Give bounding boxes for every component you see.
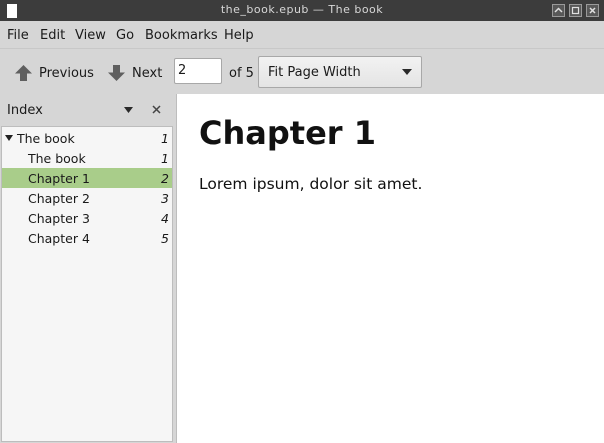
up-arrow-icon	[15, 65, 32, 81]
tree-item-page: 1	[161, 151, 169, 166]
menu-help[interactable]: Help	[224, 28, 254, 43]
tree-item-label: Chapter 4	[28, 231, 90, 246]
previous-button[interactable]: Previous	[14, 63, 94, 83]
tree-item-label: Chapter 1	[28, 171, 90, 186]
index-tree: The book 1 The book 1 Chapter 1 2 Chapte…	[1, 126, 173, 442]
next-button[interactable]: Next	[107, 63, 162, 83]
next-label: Next	[132, 65, 163, 81]
dropdown-arrow-icon	[402, 69, 412, 75]
tree-item[interactable]: Chapter 4 5	[2, 228, 172, 248]
minimize-icon[interactable]	[552, 4, 565, 17]
down-arrow-icon	[108, 65, 125, 81]
menu-bookmarks[interactable]: Bookmarks	[145, 28, 218, 43]
tree-item[interactable]: Chapter 2 3	[2, 188, 172, 208]
page-count-label: of 5	[229, 66, 254, 81]
tree-item-page: 5	[161, 231, 169, 246]
menu-view[interactable]: View	[75, 28, 106, 43]
sidebar-menu-dropdown-icon[interactable]	[124, 107, 133, 113]
zoom-selected-value: Fit Page Width	[268, 65, 361, 80]
chapter-body-text: Lorem ipsum, dolor sit amet.	[199, 175, 423, 193]
window-title: the_book.epub — The book	[220, 3, 384, 16]
sidebar-title: Index	[7, 103, 43, 118]
tree-item-page: 2	[161, 171, 169, 186]
title-bar: the_book.epub — The book	[0, 0, 604, 21]
close-icon[interactable]	[151, 104, 162, 115]
tree-item[interactable]: The book 1	[2, 148, 172, 168]
tree-item-label: Chapter 3	[28, 211, 90, 226]
tree-item-page: 3	[161, 191, 169, 206]
tree-item[interactable]: Chapter 3 4	[2, 208, 172, 228]
page-number-input[interactable]: 2	[174, 58, 222, 84]
sidebar: Index The book 1 The book 1 Chapter 1 2 …	[0, 94, 174, 443]
tree-item-page: 1	[161, 131, 169, 146]
menu-bar: File Edit View Go Bookmarks Help	[0, 21, 604, 48]
sidebar-header: Index	[0, 94, 174, 126]
tree-item-label: The book	[28, 151, 86, 166]
menu-file[interactable]: File	[7, 28, 29, 43]
tree-item-label: Chapter 2	[28, 191, 90, 206]
tree-item-selected[interactable]: Chapter 1 2	[2, 168, 172, 188]
window-close-icon[interactable]	[586, 4, 599, 17]
toolbar: Previous Next 2 of 5 Fit Page Width	[0, 48, 604, 94]
tree-item-page: 4	[161, 211, 169, 226]
expander-icon[interactable]	[5, 135, 13, 141]
chapter-heading: Chapter 1	[199, 114, 376, 152]
zoom-select[interactable]: Fit Page Width	[258, 56, 422, 88]
menu-edit[interactable]: Edit	[40, 28, 65, 43]
maximize-icon[interactable]	[569, 4, 582, 17]
tree-item-root[interactable]: The book 1	[2, 128, 172, 148]
previous-label: Previous	[39, 65, 94, 81]
document-view[interactable]: Chapter 1 Lorem ipsum, dolor sit amet.	[176, 94, 604, 443]
tree-item-label: The book	[17, 131, 75, 146]
menu-go[interactable]: Go	[116, 28, 134, 43]
